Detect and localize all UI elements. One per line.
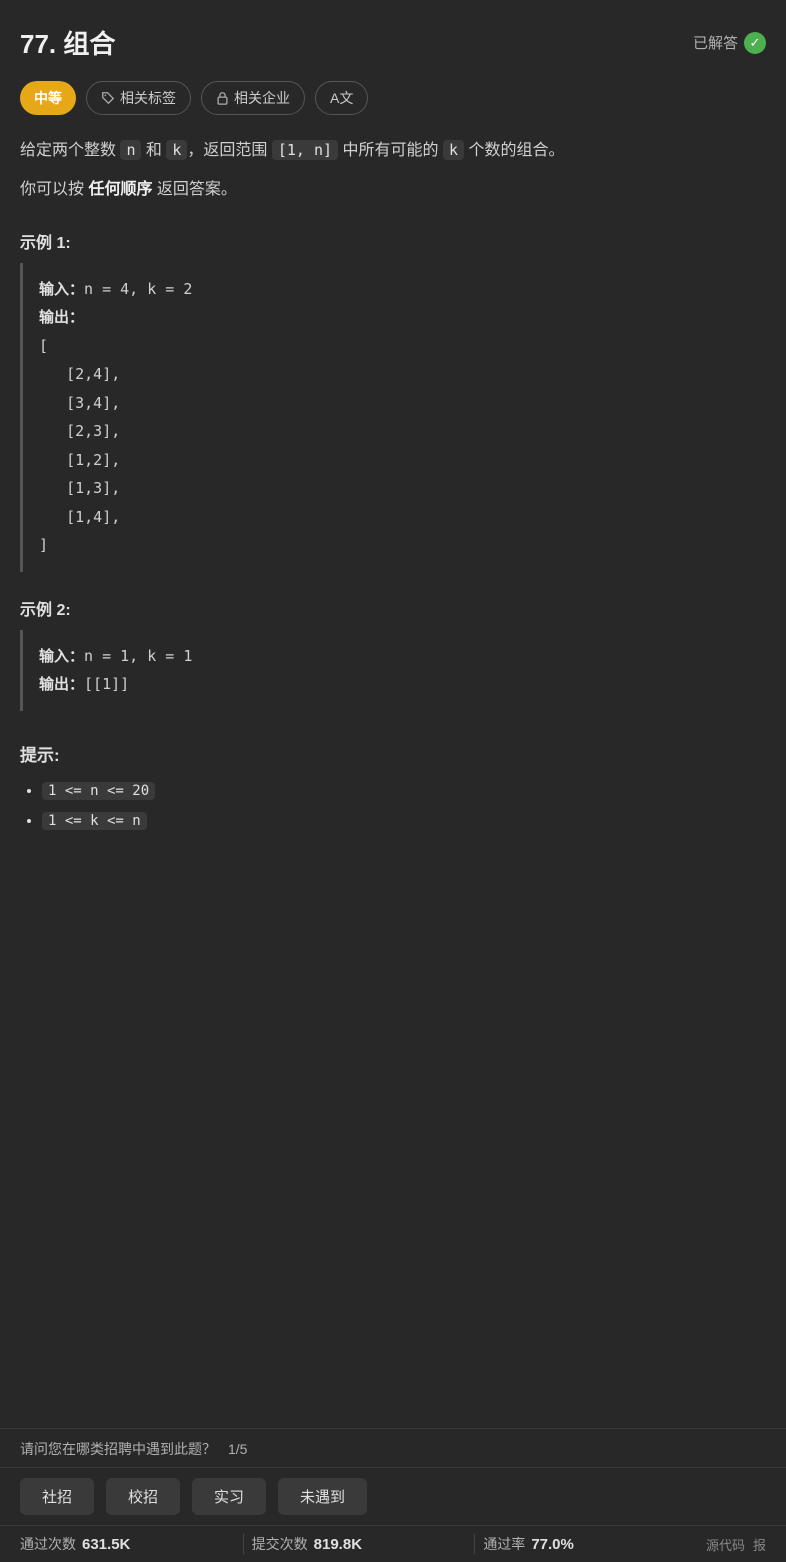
recruitment-row: 请问您在哪类招聘中遇到此题？ 1/5: [0, 1429, 786, 1468]
example1-line6: [2,3],: [39, 417, 750, 446]
example1-line7: [1,2],: [39, 446, 750, 475]
inline-k2: k: [443, 140, 464, 160]
hint-code-1: 1 <= n <= 20: [42, 782, 155, 800]
tag-difficulty[interactable]: 中等: [20, 81, 76, 115]
btn-shezao[interactable]: 社招: [20, 1478, 94, 1515]
page-title: 77. 组合: [20, 24, 115, 61]
example1-line2: 输出：: [39, 303, 750, 332]
tag-icon: [101, 91, 115, 105]
description-line2: 你可以按 任何顺序 返回答案。: [20, 176, 766, 205]
example1-line3: [: [39, 332, 750, 361]
divider-1: [243, 1534, 244, 1554]
divider-2: [474, 1534, 475, 1554]
btn-row: 社招 校招 实习 未遇到: [0, 1468, 786, 1525]
example1-line1: 输入：n = 4, k = 2: [39, 275, 750, 304]
example1-title: 示例 1:: [20, 229, 766, 253]
solved-icon: ✓: [744, 32, 766, 54]
example2-block: 输入：n = 1, k = 1 输出：[[1]]: [20, 630, 766, 711]
lock-icon: [216, 91, 229, 105]
hint-list: 1 <= n <= 20 1 <= k <= n: [20, 782, 766, 830]
bold-order: 任何顺序: [88, 181, 152, 198]
example2-line2: 输出：[[1]]: [39, 670, 750, 699]
stat-submit-value: 819.8K: [314, 1536, 362, 1553]
tag-related-company[interactable]: 相关企业: [201, 81, 305, 115]
stat-pass-label: 通过次数: [20, 1534, 76, 1554]
tags-row: 中等 相关标签 相关企业 A文: [20, 81, 766, 115]
hint-item-2: 1 <= k <= n: [42, 812, 766, 830]
inline-n1: n: [120, 140, 141, 160]
stat-rate-label: 通过率: [483, 1534, 525, 1554]
source-link[interactable]: 源代码: [706, 1535, 745, 1554]
stat-rate-value: 77.0%: [531, 1536, 574, 1553]
recruitment-label: 请问您在哪类招聘中遇到此题？: [20, 1439, 216, 1459]
hint-item-1: 1 <= n <= 20: [42, 782, 766, 800]
btn-xiaozao[interactable]: 校招: [106, 1478, 180, 1515]
btn-not-seen[interactable]: 未遇到: [278, 1478, 367, 1515]
bottom-bar: 请问您在哪类招聘中遇到此题？ 1/5 社招 校招 实习 未遇到 通过次数 631…: [0, 1428, 786, 1562]
stats-row: 通过次数 631.5K 提交次数 819.8K 通过率 77.0% 源代码 报: [0, 1525, 786, 1562]
btn-shixi[interactable]: 实习: [192, 1478, 266, 1515]
example2-title: 示例 2:: [20, 596, 766, 620]
stat-submit-count: 提交次数 819.8K: [252, 1534, 467, 1554]
tag-font-size[interactable]: A文: [315, 81, 368, 115]
solved-label: 已解答: [693, 32, 738, 53]
example1-line4: [2,4],: [39, 360, 750, 389]
hints-section: 提示: 1 <= n <= 20 1 <= k <= n: [20, 741, 766, 830]
example1-block: 输入：n = 4, k = 2 输出： [ [2,4], [3,4], [2,3…: [20, 263, 766, 572]
solved-badge: 已解答 ✓: [693, 32, 766, 54]
stat-pass-value: 631.5K: [82, 1536, 130, 1553]
recruitment-count: 1/5: [228, 1441, 247, 1457]
example1-line10: ]: [39, 531, 750, 560]
report-link[interactable]: 报: [753, 1535, 766, 1554]
inline-k1: k: [166, 140, 187, 160]
stat-pass-rate: 通过率 77.0%: [483, 1534, 698, 1554]
hint-code-2: 1 <= k <= n: [42, 812, 147, 830]
example1-line9: [1,4],: [39, 503, 750, 532]
header-row: 77. 组合 已解答 ✓: [20, 24, 766, 61]
tag-related-tags[interactable]: 相关标签: [86, 81, 191, 115]
example2-line1: 输入：n = 1, k = 1: [39, 642, 750, 671]
stat-pass-count: 通过次数 631.5K: [20, 1534, 235, 1554]
page-container: 77. 组合 已解答 ✓ 中等 相关标签 相关企业 A文 给定两个整数 n 和 …: [0, 0, 786, 942]
inline-range: [1, n]: [272, 140, 338, 160]
example1-line8: [1,3],: [39, 474, 750, 503]
stat-submit-label: 提交次数: [252, 1534, 308, 1554]
description-line1: 给定两个整数 n 和 k，返回范围 [1, n] 中所有可能的 k 个数的组合。: [20, 137, 766, 166]
example1-line5: [3,4],: [39, 389, 750, 418]
hints-title: 提示:: [20, 741, 766, 766]
